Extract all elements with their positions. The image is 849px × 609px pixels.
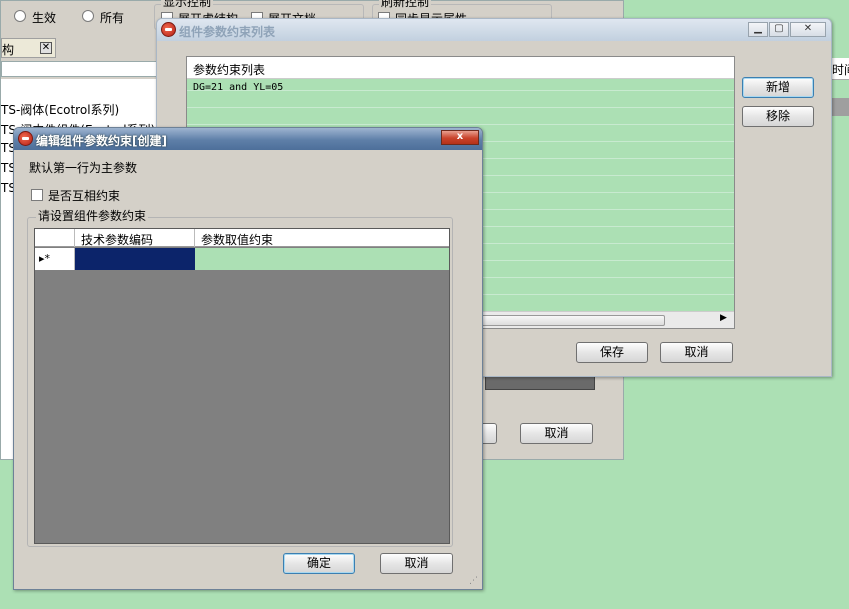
right-column-header-label: 时间 <box>832 63 849 77</box>
column-header-label: 参数取值约束 <box>201 233 274 247</box>
resize-grip-icon[interactable]: ⋰ <box>469 576 478 586</box>
edit-constraint-dialog: 编辑组件参数约束[创建] x 默认第一行为主参数 是否互相约束 请设置组件参数约… <box>13 127 483 590</box>
tree-tab-label: 构 <box>2 43 15 57</box>
refresh-control-label: 刷新控制 <box>379 0 432 8</box>
remove-button[interactable]: 移除 <box>742 106 814 127</box>
radio-active[interactable] <box>14 10 26 22</box>
filter-area: 生效 所有 <box>1 1 151 31</box>
radio-all[interactable] <box>82 10 94 22</box>
row-header[interactable]: ▸* <box>35 248 75 270</box>
constraint-list-title: 组件参数约束列表 <box>179 25 276 39</box>
tree-item[interactable]: TS-阀体(Ecotrol系列) <box>1 101 119 118</box>
cancel-button[interactable]: 取消 <box>660 342 733 363</box>
progress-bar-remnant <box>485 376 595 390</box>
tree-tab-header: 构 ✕ <box>1 38 56 58</box>
edit-dialog-title: 编辑组件参数约束[创建] <box>36 134 167 148</box>
constraint-group-box: 请设置组件参数约束 技术参数编码 参数取值约束 ▸* <box>27 209 453 547</box>
close-symbol: x <box>456 131 464 142</box>
table-row[interactable]: ▸* <box>35 248 449 270</box>
main-param-note: 默认第一行为主参数 <box>29 161 138 175</box>
constraint-grid[interactable]: 技术参数编码 参数取值约束 ▸* <box>34 228 450 544</box>
minimize-icon[interactable]: ▁ <box>748 22 768 37</box>
cancel-button[interactable]: 取消 <box>380 553 453 574</box>
background-cancel-button[interactable]: 取消 <box>520 423 593 444</box>
right-scroll-remnant <box>830 98 849 116</box>
grid-corner <box>35 229 75 247</box>
scroll-right-icon[interactable]: ▶ <box>720 313 727 323</box>
list-item[interactable]: DG=21 and YL=05 <box>193 82 283 93</box>
close-icon[interactable]: ✕ <box>790 22 826 37</box>
constraint-list-titlebar[interactable]: 组件参数约束列表 ▁ ▢ ✕ <box>157 19 831 41</box>
constraint-list-header: 参数约束列表 <box>187 57 734 79</box>
constraint-list-header-label: 参数约束列表 <box>193 63 266 77</box>
grid-header-row: 技术参数编码 参数取值约束 <box>35 229 449 247</box>
display-control-label: 显示控制 <box>161 0 214 8</box>
add-button[interactable]: 新增 <box>742 77 814 98</box>
param-value-cell[interactable] <box>195 248 449 270</box>
mutual-constraint-checkbox[interactable] <box>31 189 43 201</box>
param-code-cell[interactable] <box>75 248 195 270</box>
column-header[interactable]: 技术参数编码 <box>75 229 195 247</box>
radio-active-label: 生效 <box>32 11 57 25</box>
tree-address-bar <box>1 61 161 77</box>
close-icon[interactable]: x <box>441 130 479 145</box>
edit-dialog-titlebar[interactable]: 编辑组件参数约束[创建] x <box>14 128 482 150</box>
column-header[interactable]: 参数取值约束 <box>195 229 449 247</box>
app-icon <box>18 131 33 146</box>
radio-all-label: 所有 <box>100 11 125 25</box>
constraint-group-label: 请设置组件参数约束 <box>36 209 149 223</box>
app-icon <box>161 22 176 37</box>
right-column-header: 时间 <box>830 58 849 80</box>
maximize-icon[interactable]: ▢ <box>769 22 789 37</box>
new-row-marker: ▸* <box>39 252 51 265</box>
tree-tab-close-icon[interactable]: ✕ <box>40 42 52 54</box>
mutual-constraint-label: 是否互相约束 <box>48 189 121 203</box>
save-button[interactable]: 保存 <box>576 342 648 363</box>
column-header-label: 技术参数编码 <box>81 233 154 247</box>
ok-button[interactable]: 确定 <box>283 553 355 574</box>
